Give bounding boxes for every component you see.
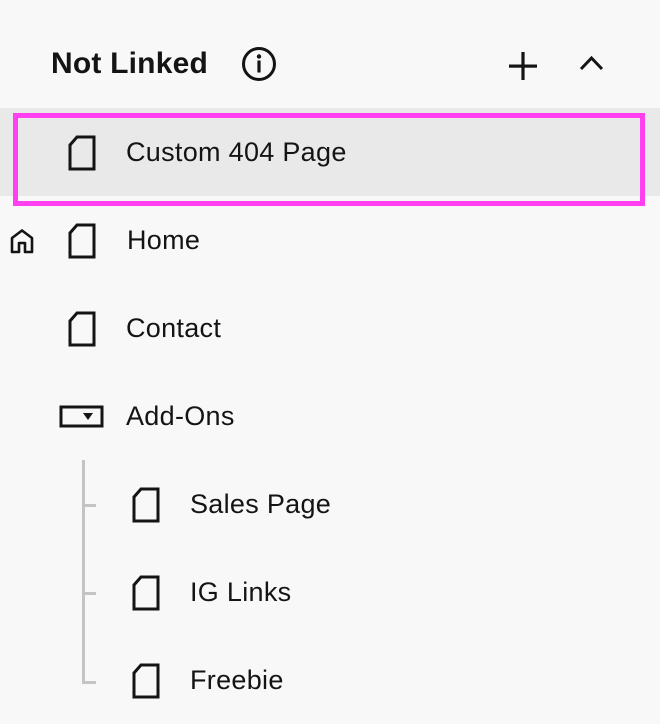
page-icon	[67, 311, 97, 347]
page-item-contact[interactable]: Contact	[0, 284, 660, 372]
page-item-home[interactable]: Home	[0, 196, 660, 284]
page-icon	[131, 663, 161, 699]
add-page-button[interactable]	[506, 46, 546, 86]
collapse-section-button[interactable]	[574, 46, 610, 82]
page-item-add-ons[interactable]: Add-Ons	[0, 372, 660, 460]
section-title: Not Linked	[51, 47, 208, 80]
page-icon	[67, 223, 97, 259]
page-item-label: Add-Ons	[126, 401, 235, 431]
page-item-label: Custom 404 Page	[126, 137, 347, 167]
section-header: Not Linked	[0, 0, 660, 108]
pages-panel: Not Linked Custom 404 Page Home Contact …	[0, 0, 660, 724]
page-item-label: Contact	[126, 313, 222, 343]
page-item-label: Freebie	[190, 665, 284, 695]
page-item-ig-links[interactable]: IG Links	[0, 548, 660, 636]
plus-icon	[509, 52, 537, 80]
page-item-label: Home	[127, 225, 201, 255]
info-circle-icon[interactable]	[241, 46, 277, 82]
page-icon	[131, 487, 161, 523]
page-icon	[67, 135, 97, 171]
chevron-up-icon	[579, 55, 604, 71]
page-item-label: Sales Page	[190, 489, 332, 519]
page-item-custom-404[interactable]: Custom 404 Page	[0, 108, 660, 196]
home-icon	[9, 228, 35, 254]
page-item-sales-page[interactable]: Sales Page	[0, 460, 660, 548]
page-icon	[131, 575, 161, 611]
dropdown-folder-icon	[59, 405, 104, 428]
page-item-freebie[interactable]: Freebie	[0, 636, 660, 724]
page-item-label: IG Links	[190, 577, 292, 607]
